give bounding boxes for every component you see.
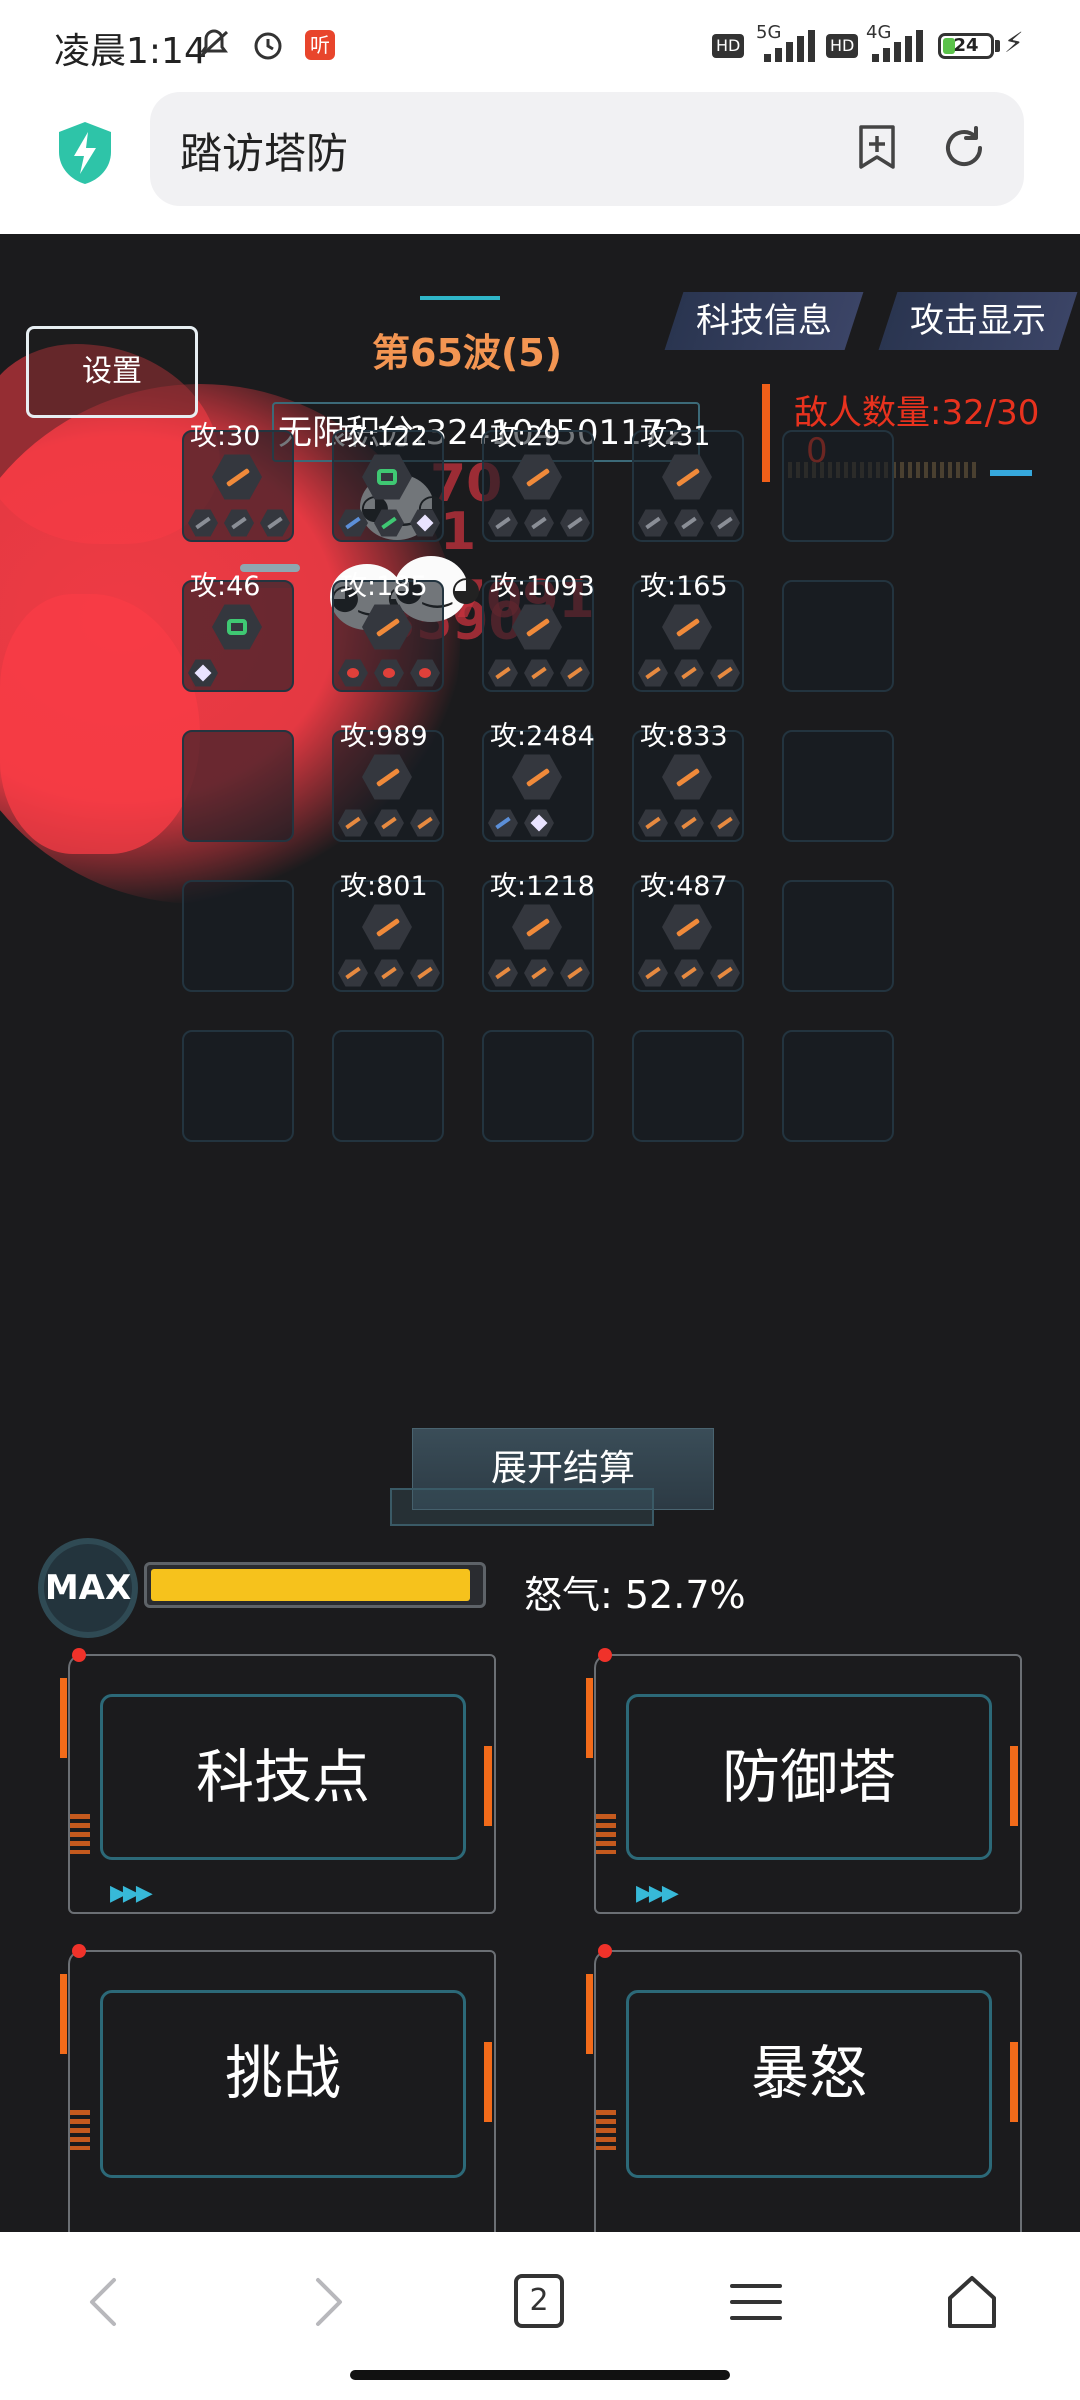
rage-button[interactable]: 暴怒: [576, 1944, 1022, 2232]
tower-attack-label: 攻:833: [640, 721, 728, 752]
tower-attack-label: 攻:46: [190, 571, 261, 602]
battery-level: 24: [953, 35, 979, 56]
refresh-icon[interactable]: [940, 124, 988, 172]
tabs-icon[interactable]: 2: [510, 2272, 570, 2332]
bookmark-add-icon[interactable]: [856, 124, 898, 170]
enemy-count-line1: 敌人数量:32/30: [794, 393, 1040, 433]
alarm-icon: [250, 26, 286, 70]
back-icon[interactable]: [76, 2272, 136, 2332]
battery-icon: 24: [938, 33, 994, 59]
game-canvas[interactable]: 70 1 7091 3590 设置 第65波(5) 科技信息 攻击显示 无限积分…: [0, 234, 1080, 2232]
tab-count: 2: [514, 2274, 564, 2328]
expand-button-shadow: [390, 1488, 654, 1526]
defense-tower-label: 防御塔: [721, 1743, 896, 1811]
app-notification-badge: 听: [305, 30, 335, 60]
rage-progress-fill: [151, 1569, 470, 1601]
grid-cell[interactable]: [482, 1030, 594, 1142]
grid-cell[interactable]: [782, 580, 894, 692]
decor-line: [420, 296, 500, 300]
challenge-button[interactable]: 挑战: [50, 1944, 496, 2232]
tower-attack-label: 攻:487: [640, 871, 728, 902]
grid-cell[interactable]: [632, 1030, 744, 1142]
tower-attack-label: 攻:30: [190, 421, 261, 452]
rage-progress-bar: [144, 1562, 486, 1608]
tab-attack-display-label: 攻击显示: [910, 301, 1046, 341]
home-icon[interactable]: [942, 2272, 1002, 2332]
tab-tech-info-label: 科技信息: [696, 301, 832, 341]
tower-attack-label: 攻:801: [340, 871, 428, 902]
max-badge: MAX: [38, 1538, 138, 1638]
challenge-label: 挑战: [224, 2039, 341, 2107]
battery-tip: [995, 40, 1000, 52]
grid-cell[interactable]: [332, 1030, 444, 1142]
grid-cell[interactable]: [782, 430, 894, 542]
tower-attack-label: 攻:165: [640, 571, 728, 602]
menu-icon[interactable]: [726, 2272, 786, 2332]
tower-attack-label: 攻:122: [340, 421, 428, 452]
grid-cell[interactable]: [182, 730, 294, 842]
enemy-indicator-bar: [762, 384, 770, 482]
grid-cell[interactable]: [182, 880, 294, 992]
browser-toolbar: 踏访塔防: [0, 92, 1080, 234]
grid-cell[interactable]: [782, 880, 894, 992]
tower-attack-label: 攻:29: [490, 421, 561, 452]
address-bar[interactable]: 踏访塔防: [150, 92, 1024, 206]
hd-badge: HD: [712, 34, 745, 58]
tower-attack-label: 攻:185: [340, 571, 428, 602]
signal-icon-2: [872, 30, 926, 62]
charging-icon: ⚡: [1004, 26, 1024, 59]
decor-dash: [990, 470, 1032, 476]
rage-text: 怒气: 52.7%: [524, 1573, 746, 1617]
shield-bolt-icon[interactable]: [56, 120, 114, 186]
bell-off-icon: [196, 26, 232, 70]
tab-tech-info[interactable]: 科技信息: [664, 292, 864, 350]
tab-attack-display[interactable]: 攻击显示: [878, 292, 1078, 350]
signal-icon: [764, 30, 818, 62]
grid-cell[interactable]: [182, 1030, 294, 1142]
defense-tower-button[interactable]: ▶▶▶ 防御塔: [576, 1648, 1022, 1914]
status-time: 凌晨1:14: [54, 31, 207, 72]
hd-badge-2: HD: [826, 34, 859, 58]
grid-cell[interactable]: [782, 730, 894, 842]
tower-attack-label: 攻:1218: [490, 871, 595, 902]
home-indicator[interactable]: [350, 2370, 730, 2380]
tower-attack-label: 攻:1093: [490, 571, 595, 602]
rage-label: 暴怒: [750, 2039, 867, 2107]
tower-attack-label: 攻:2484: [490, 721, 595, 752]
page-title: 踏访塔防: [180, 129, 349, 178]
tech-points-button[interactable]: ▶▶▶ 科技点: [50, 1648, 496, 1914]
settings-button[interactable]: 设置: [26, 326, 198, 418]
tower-attack-label: 攻:31: [640, 421, 711, 452]
grid-cell[interactable]: [782, 1030, 894, 1142]
wave-label: 第65波(5): [372, 331, 563, 375]
forward-icon[interactable]: [296, 2272, 356, 2332]
tower-attack-label: 攻:989: [340, 721, 428, 752]
tech-points-label: 科技点: [195, 1743, 370, 1811]
status-bar: 凌晨1:14 听 HD 5G HD 4G 24 ⚡: [0, 0, 1080, 92]
